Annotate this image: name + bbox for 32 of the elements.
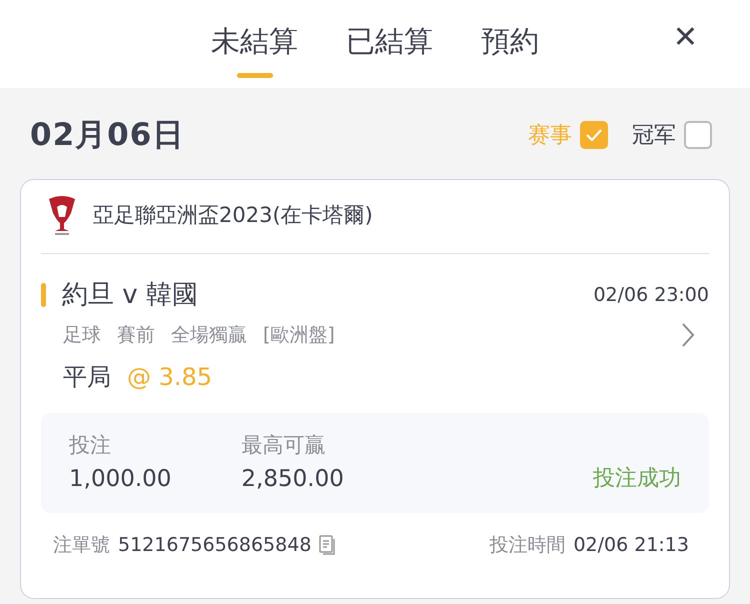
accent-bar bbox=[41, 283, 46, 307]
kickoff-time: 02/06 23:00 bbox=[593, 282, 709, 308]
stake-label: 投注 bbox=[69, 432, 112, 459]
max-win-label: 最高可贏 bbox=[241, 432, 326, 459]
trophy-icon bbox=[47, 195, 77, 237]
date-heading: 02月06日 bbox=[30, 116, 184, 155]
pick-label: 平局 bbox=[63, 362, 111, 393]
bet-tag: [歐洲盤] bbox=[263, 320, 335, 349]
copy-icon[interactable] bbox=[319, 535, 336, 556]
filter-label: 冠军 bbox=[632, 122, 676, 150]
stake-amount: 1,000.00 bbox=[69, 464, 172, 494]
max-win-amount: 2,850.00 bbox=[241, 464, 344, 494]
chevron-right-icon[interactable] bbox=[681, 322, 695, 348]
match-title: 約旦 v 韓國 bbox=[62, 278, 198, 312]
check-icon bbox=[586, 129, 602, 142]
league-name: 亞足聯亞洲盃2023(在卡塔爾) bbox=[93, 202, 373, 230]
bet-status: 投注成功 bbox=[593, 464, 681, 492]
checkbox[interactable] bbox=[580, 121, 608, 150]
checkbox[interactable] bbox=[684, 121, 712, 150]
ticket-label: 注單號 bbox=[53, 533, 110, 558]
close-button[interactable]: ✕ bbox=[666, 14, 704, 61]
odds: @ 3.85 bbox=[127, 362, 212, 393]
bet-tag: 足球 bbox=[63, 320, 101, 349]
tab[interactable]: 已結算 bbox=[346, 0, 433, 88]
bet-tag: 賽前 bbox=[117, 320, 155, 349]
bet-time: 02/06 21:13 bbox=[573, 533, 689, 558]
bet-tag: 全場獨贏 bbox=[171, 320, 247, 349]
tab[interactable]: 未結算 bbox=[211, 0, 298, 88]
tab[interactable]: 預約 bbox=[481, 0, 539, 88]
ticket-number: 5121675656865848 bbox=[118, 533, 312, 558]
bet-time-label: 投注時間 bbox=[489, 533, 566, 558]
filter-label: 赛事 bbox=[528, 122, 572, 150]
